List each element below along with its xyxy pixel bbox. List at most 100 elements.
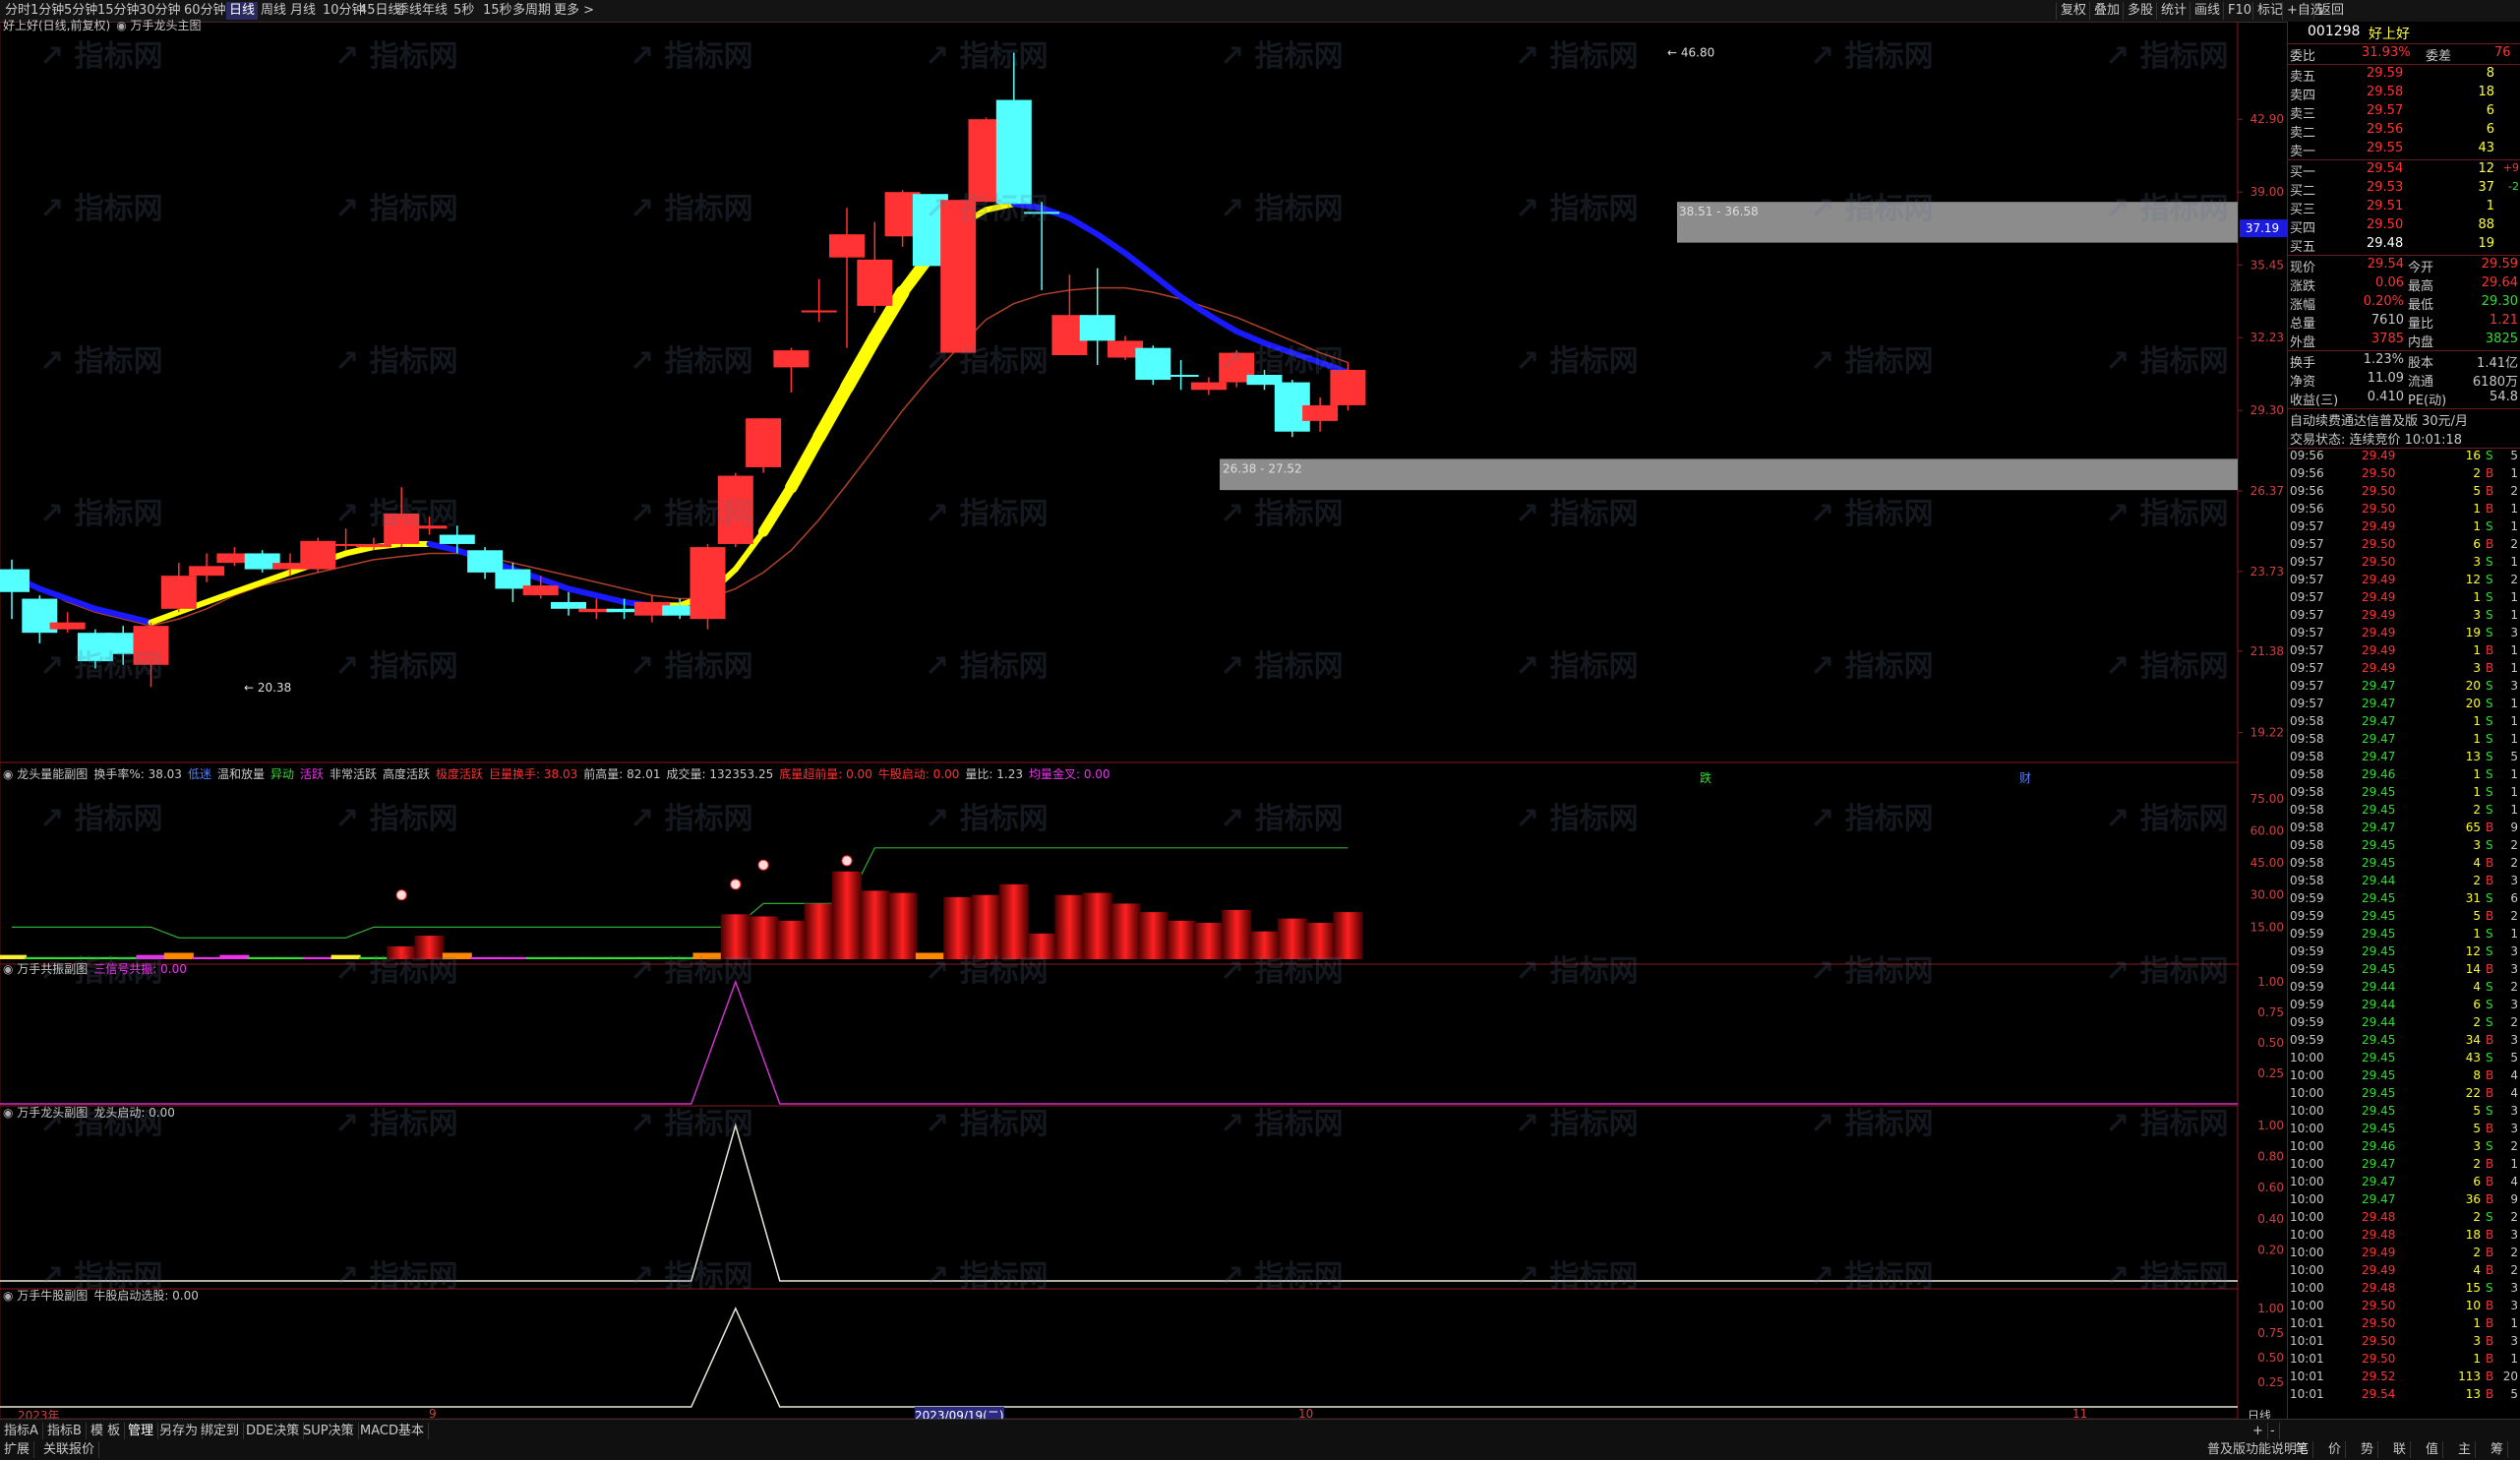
volume-bar — [136, 954, 166, 959]
tick-row: 09:56 29.50 5 B 2 — [2290, 484, 2518, 498]
vol-label-l1: 低迷 — [187, 767, 211, 781]
indicator-gear-icon[interactable]: ◉ — [116, 19, 130, 32]
bid-row: 买三 29.51 1 — [2290, 199, 2494, 217]
tick-row: 10:00 29.45 5 S 3 — [2290, 1104, 2518, 1118]
bottom-tab-3[interactable]: 管理 — [124, 1423, 159, 1439]
zoom-out-button[interactable]: - — [2266, 1423, 2280, 1439]
volume-bar — [192, 956, 222, 959]
toolbar-btn-4[interactable]: 画线 — [2190, 2, 2224, 20]
trend-band-up — [785, 430, 826, 494]
divider — [2288, 159, 2520, 160]
chart-area[interactable]: ← 46.80 ← 20.38 38.51 - 36.58 26.38 - 27.52… — [0, 19, 2287, 1424]
bottom-bar: 指标A 指标B 模 板管理 另存为 绑定到 DDE决策 SUP决策 MACD基本扩展 关联报价 普… — [0, 1419, 2520, 1460]
candle — [384, 487, 420, 548]
period-toolbar: 分时 1分钟 5分钟 15分钟 30分钟 60分钟 日线 周线 月线 10分钟 45日线 季线 年线 5秒… — [0, 0, 2520, 23]
quote-tab-5[interactable]: 主 — [2454, 1441, 2477, 1458]
quote-tab-6[interactable]: 筹 — [2487, 1441, 2509, 1458]
tick-row: 09:56 29.50 2 B 1 — [2290, 466, 2518, 480]
volume-bar — [25, 956, 55, 959]
tick-row: 10:00 29.48 18 B 3 — [2290, 1228, 2518, 1242]
toolbar-btn-8[interactable]: 返回 — [2313, 2, 2348, 20]
bottom-tab-1[interactable]: 指标B — [43, 1423, 87, 1439]
stat-row: 净资 11.09 流通 6180万 — [2290, 371, 2518, 390]
panel2-ytick-label: 0.50 — [2257, 1036, 2284, 1050]
related-quote-tab[interactable]: 关联报价 — [39, 1441, 100, 1458]
period-tab-15[interactable]: 多周期 — [510, 2, 554, 20]
zoom-in-button[interactable]: + — [2249, 1423, 2268, 1439]
tick-row: 09:58 29.47 65 B 9 — [2290, 821, 2518, 834]
vol-label-rate_label: 换手率%: 38.03 — [93, 767, 182, 781]
quote-tab-2[interactable]: 势 — [2357, 1441, 2379, 1458]
period-tab-8[interactable]: 月线 — [287, 2, 319, 20]
tick-row: 10:00 29.45 5 B 3 — [2290, 1122, 2518, 1135]
volume-bar — [776, 920, 807, 959]
volume-bar — [1222, 909, 1252, 959]
trend-band-down — [566, 585, 600, 599]
vol-label-strong: 前高量: 82.01 — [583, 767, 661, 781]
tick-row: 09:59 29.45 34 B 3 — [2290, 1033, 2518, 1047]
toolbar-btn-3[interactable]: 统计 — [2156, 2, 2190, 20]
tick-row: 09:59 29.44 2 S 2 — [2290, 1015, 2518, 1029]
candle — [801, 278, 837, 323]
divider — [2288, 43, 2520, 44]
quote-tab-1[interactable]: 价 — [2324, 1441, 2347, 1458]
toolbar-btn-0[interactable]: 复权 — [2056, 2, 2090, 20]
stock-name: 好上好 — [2369, 27, 2410, 42]
volume-bar — [749, 916, 779, 959]
bid-row: 买一 29.54 12 +9 — [2290, 161, 2519, 180]
bottom-tab-2[interactable]: 模 板 — [87, 1423, 126, 1439]
period-tab-6[interactable]: 日线 — [226, 2, 259, 20]
quote-tab-4[interactable]: 值 — [2422, 1441, 2444, 1458]
volume-bar — [887, 892, 918, 959]
quote-tab-0[interactable]: 笔 — [2292, 1441, 2314, 1458]
tick-row: 10:00 29.47 6 B 4 — [2290, 1175, 2518, 1188]
panel4-gear-icon[interactable]: ◉ — [3, 1289, 17, 1303]
candle — [746, 418, 782, 473]
tick-row: 10:01 29.50 1 B 1 — [2290, 1352, 2518, 1366]
panel3-ytick-label: 0.40 — [2257, 1212, 2284, 1226]
bottom-tab-5[interactable]: 绑定到 — [197, 1423, 245, 1439]
volume-bar — [525, 956, 556, 959]
bottom-tab-7[interactable]: SUP决策 — [299, 1423, 359, 1439]
divider — [2288, 408, 2520, 409]
toolbar-btn-5[interactable]: F10 — [2223, 2, 2255, 20]
bottom-tab-8[interactable]: MACD基本 — [356, 1423, 429, 1439]
volume-bar — [1305, 923, 1336, 959]
volume-bar — [303, 956, 333, 959]
tick-row: 09:58 29.46 1 S 1 — [2290, 767, 2518, 781]
kline-chart-svg[interactable]: ← 46.80 ← 20.38 38.51 - 36.58 26.38 - 27.52… — [0, 22, 2287, 1419]
vol-label-vol: 成交量: 132353.25 — [666, 767, 774, 781]
stock-header: 001298 好上好 — [2288, 24, 2520, 42]
vol-ytick-label: 15.00 — [2250, 920, 2284, 934]
quote-tab-3[interactable]: 联 — [2389, 1441, 2412, 1458]
zone-bottom-label: 26.38 - 27.52 — [1223, 461, 1302, 475]
vol-ytick-label: 75.00 — [2250, 792, 2284, 806]
volume-bar — [330, 954, 361, 959]
period-tab-12[interactable]: 年线 — [419, 2, 450, 20]
volume-bar — [720, 914, 750, 959]
notice-renewal[interactable]: 自动续费通达信普及版 30元/月 — [2288, 410, 2520, 429]
vol-label-l6: 高度活跃 — [383, 767, 431, 781]
bid-row: 买五 29.48 19 — [2290, 236, 2494, 255]
panel3-ytick-label: 1.00 — [2257, 1119, 2284, 1132]
trend-band-down — [593, 592, 628, 605]
trend-band-up — [840, 331, 882, 395]
bottom-tab-0[interactable]: 指标A — [0, 1423, 43, 1439]
version-info-link[interactable]: 普及版功能说明 — [2203, 1441, 2301, 1458]
volume-bar — [1110, 903, 1140, 959]
period-tab-13[interactable]: 5秒 — [450, 2, 477, 20]
period-tab-7[interactable]: 周线 — [258, 2, 289, 20]
volume-bar — [1027, 933, 1057, 959]
panel3-gear-icon[interactable]: ◉ — [3, 1106, 17, 1120]
expand-tab[interactable]: 扩展 — [0, 1441, 35, 1458]
volume-bar — [971, 894, 1001, 959]
toolbar-btn-1[interactable]: 叠加 — [2089, 2, 2124, 20]
signal-dot — [395, 889, 407, 901]
bottom-tab-4[interactable]: 另存为 — [155, 1423, 204, 1439]
trend-band-up — [812, 381, 854, 444]
period-tab-16[interactable]: 更多 > — [551, 2, 597, 20]
toolbar-btn-2[interactable]: 多股 — [2123, 2, 2157, 20]
panel2-gear-icon[interactable]: ◉ — [3, 962, 17, 976]
bottom-tab-6[interactable]: DDE决策 — [242, 1423, 305, 1439]
vol-gear-icon[interactable]: ◉ — [3, 767, 17, 781]
